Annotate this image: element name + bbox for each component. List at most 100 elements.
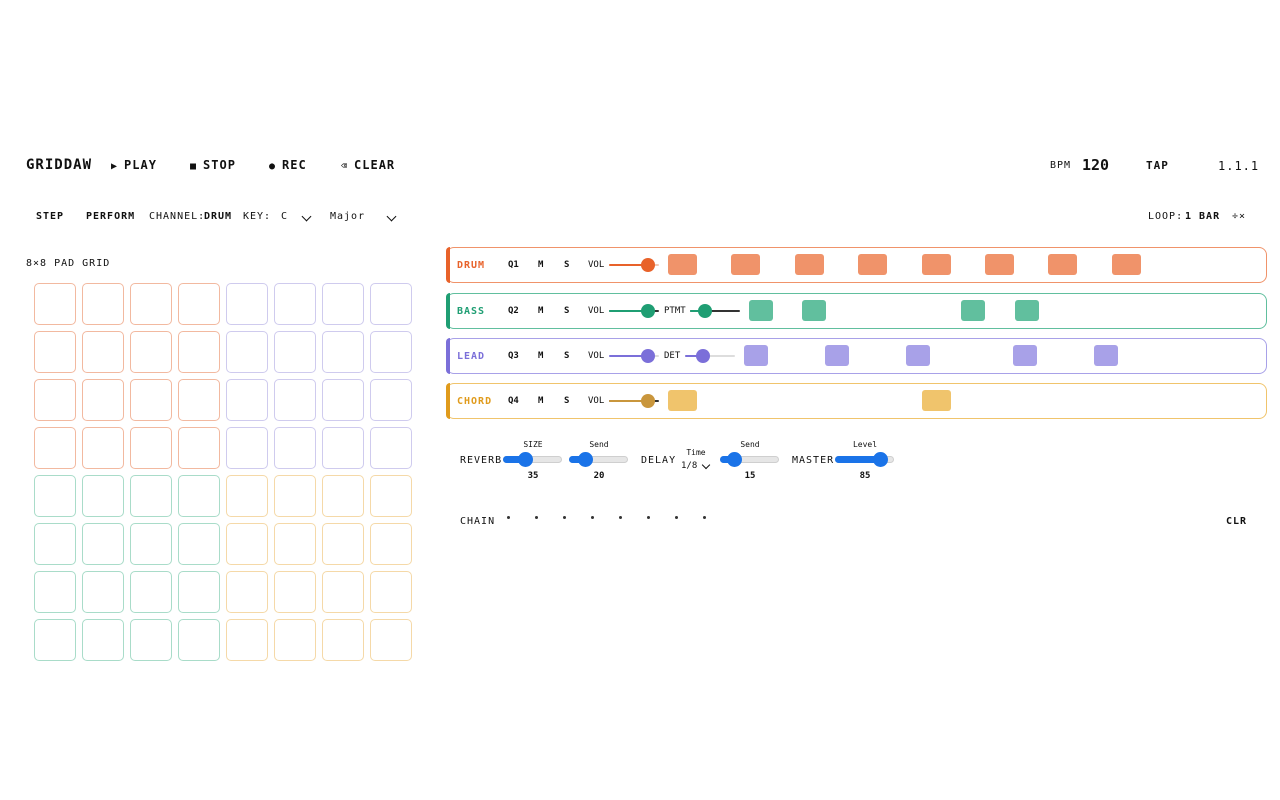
track-mute-button[interactable]: M xyxy=(538,306,543,316)
slider-knob[interactable] xyxy=(727,452,742,467)
pad-2-4[interactable] xyxy=(178,331,220,373)
pad-5-5[interactable] xyxy=(226,475,268,517)
pad-1-8[interactable] xyxy=(370,283,412,325)
pad-6-6[interactable] xyxy=(274,523,316,565)
pad-7-2[interactable] xyxy=(82,571,124,613)
track-solo-button[interactable]: S xyxy=(564,351,569,361)
chain-clear-button[interactable]: CLR xyxy=(1226,516,1247,527)
pad-3-2[interactable] xyxy=(82,379,124,421)
pad-5-4[interactable] xyxy=(178,475,220,517)
step-cell-10[interactable] xyxy=(1094,345,1118,366)
step-cell-8[interactable] xyxy=(1013,345,1037,366)
slider-knob[interactable] xyxy=(695,349,710,363)
reverb-send-slider[interactable] xyxy=(569,452,628,468)
pad-8-2[interactable] xyxy=(82,619,124,661)
perform-mode-button[interactable]: PERFORM xyxy=(86,211,135,222)
chain-slot-3[interactable] xyxy=(563,516,566,519)
pad-1-4[interactable] xyxy=(178,283,220,325)
step-cell-1[interactable] xyxy=(668,254,697,275)
pad-1-2[interactable] xyxy=(82,283,124,325)
scale-select[interactable]: Major xyxy=(330,211,398,222)
track-quantize-button[interactable]: Q4 xyxy=(508,396,519,406)
pad-8-1[interactable] xyxy=(34,619,76,661)
pad-6-4[interactable] xyxy=(178,523,220,565)
slider-knob[interactable] xyxy=(698,304,712,318)
reverb-size-slider[interactable] xyxy=(503,452,562,468)
track-volume-slider[interactable] xyxy=(609,394,659,408)
step-cell-11[interactable] xyxy=(985,254,1014,275)
track-ptmt-slider[interactable] xyxy=(690,304,740,318)
pad-5-8[interactable] xyxy=(370,475,412,517)
pad-3-1[interactable] xyxy=(34,379,76,421)
tap-button[interactable]: TAP xyxy=(1146,159,1169,172)
track-det-slider[interactable] xyxy=(685,349,735,363)
track-solo-button[interactable]: S xyxy=(564,260,569,270)
loop-halve-double-button[interactable]: ÷× xyxy=(1232,211,1246,222)
track-mute-button[interactable]: M xyxy=(538,351,543,361)
pad-5-1[interactable] xyxy=(34,475,76,517)
pad-7-3[interactable] xyxy=(130,571,172,613)
track-volume-slider[interactable] xyxy=(609,304,659,318)
pad-3-3[interactable] xyxy=(130,379,172,421)
pad-6-7[interactable] xyxy=(322,523,364,565)
pad-4-7[interactable] xyxy=(322,427,364,469)
pad-4-8[interactable] xyxy=(370,427,412,469)
track-volume-slider[interactable] xyxy=(609,349,659,363)
pad-4-4[interactable] xyxy=(178,427,220,469)
pad-8-5[interactable] xyxy=(226,619,268,661)
step-cell-3[interactable] xyxy=(731,254,761,275)
pad-1-1[interactable] xyxy=(34,283,76,325)
track-solo-button[interactable]: S xyxy=(564,306,569,316)
slider-knob[interactable] xyxy=(640,258,655,272)
pad-6-2[interactable] xyxy=(82,523,124,565)
pad-2-2[interactable] xyxy=(82,331,124,373)
pad-7-8[interactable] xyxy=(370,571,412,613)
pad-4-1[interactable] xyxy=(34,427,76,469)
step-cell-1[interactable] xyxy=(749,300,773,321)
pad-2-1[interactable] xyxy=(34,331,76,373)
pad-1-7[interactable] xyxy=(322,283,364,325)
pad-3-8[interactable] xyxy=(370,379,412,421)
clear-button[interactable]: ⌫ CLEAR xyxy=(341,158,395,172)
pad-6-3[interactable] xyxy=(130,523,172,565)
step-cell-6[interactable] xyxy=(961,300,985,321)
delay-time-select[interactable]: 1/8 xyxy=(681,460,713,471)
slider-knob[interactable] xyxy=(518,452,533,467)
chain-slot-7[interactable] xyxy=(675,516,678,519)
pad-1-3[interactable] xyxy=(130,283,172,325)
chain-slot-4[interactable] xyxy=(591,516,594,519)
pad-1-6[interactable] xyxy=(274,283,316,325)
pad-4-6[interactable] xyxy=(274,427,316,469)
stop-button[interactable]: ■ STOP xyxy=(190,158,236,172)
pad-7-7[interactable] xyxy=(322,571,364,613)
slider-knob[interactable] xyxy=(640,304,655,318)
pad-2-7[interactable] xyxy=(322,331,364,373)
pad-5-3[interactable] xyxy=(130,475,172,517)
pad-3-5[interactable] xyxy=(226,379,268,421)
slider-knob[interactable] xyxy=(578,452,593,467)
pad-6-1[interactable] xyxy=(34,523,76,565)
step-cell-5[interactable] xyxy=(906,345,930,366)
step-cell-7[interactable] xyxy=(1015,300,1039,321)
step-cell-1[interactable] xyxy=(744,345,768,366)
pad-3-6[interactable] xyxy=(274,379,316,421)
step-mode-button[interactable]: STEP xyxy=(36,211,64,222)
pad-5-2[interactable] xyxy=(82,475,124,517)
channel-value[interactable]: DRUM xyxy=(204,211,232,222)
track-mute-button[interactable]: M xyxy=(538,396,543,406)
step-cell-13[interactable] xyxy=(1048,254,1078,275)
track-volume-slider[interactable] xyxy=(609,258,659,272)
track-mute-button[interactable]: M xyxy=(538,260,543,270)
pad-4-3[interactable] xyxy=(130,427,172,469)
pad-3-4[interactable] xyxy=(178,379,220,421)
chain-slot-6[interactable] xyxy=(647,516,650,519)
track-quantize-button[interactable]: Q3 xyxy=(508,351,519,361)
chain-slot-1[interactable] xyxy=(507,516,510,519)
pad-8-6[interactable] xyxy=(274,619,316,661)
pad-4-5[interactable] xyxy=(226,427,268,469)
step-cell-5[interactable] xyxy=(794,254,824,275)
play-button[interactable]: ▶ PLAY xyxy=(111,158,157,172)
step-cell-2[interactable] xyxy=(802,300,826,321)
pad-2-3[interactable] xyxy=(130,331,172,373)
pad-8-7[interactable] xyxy=(322,619,364,661)
